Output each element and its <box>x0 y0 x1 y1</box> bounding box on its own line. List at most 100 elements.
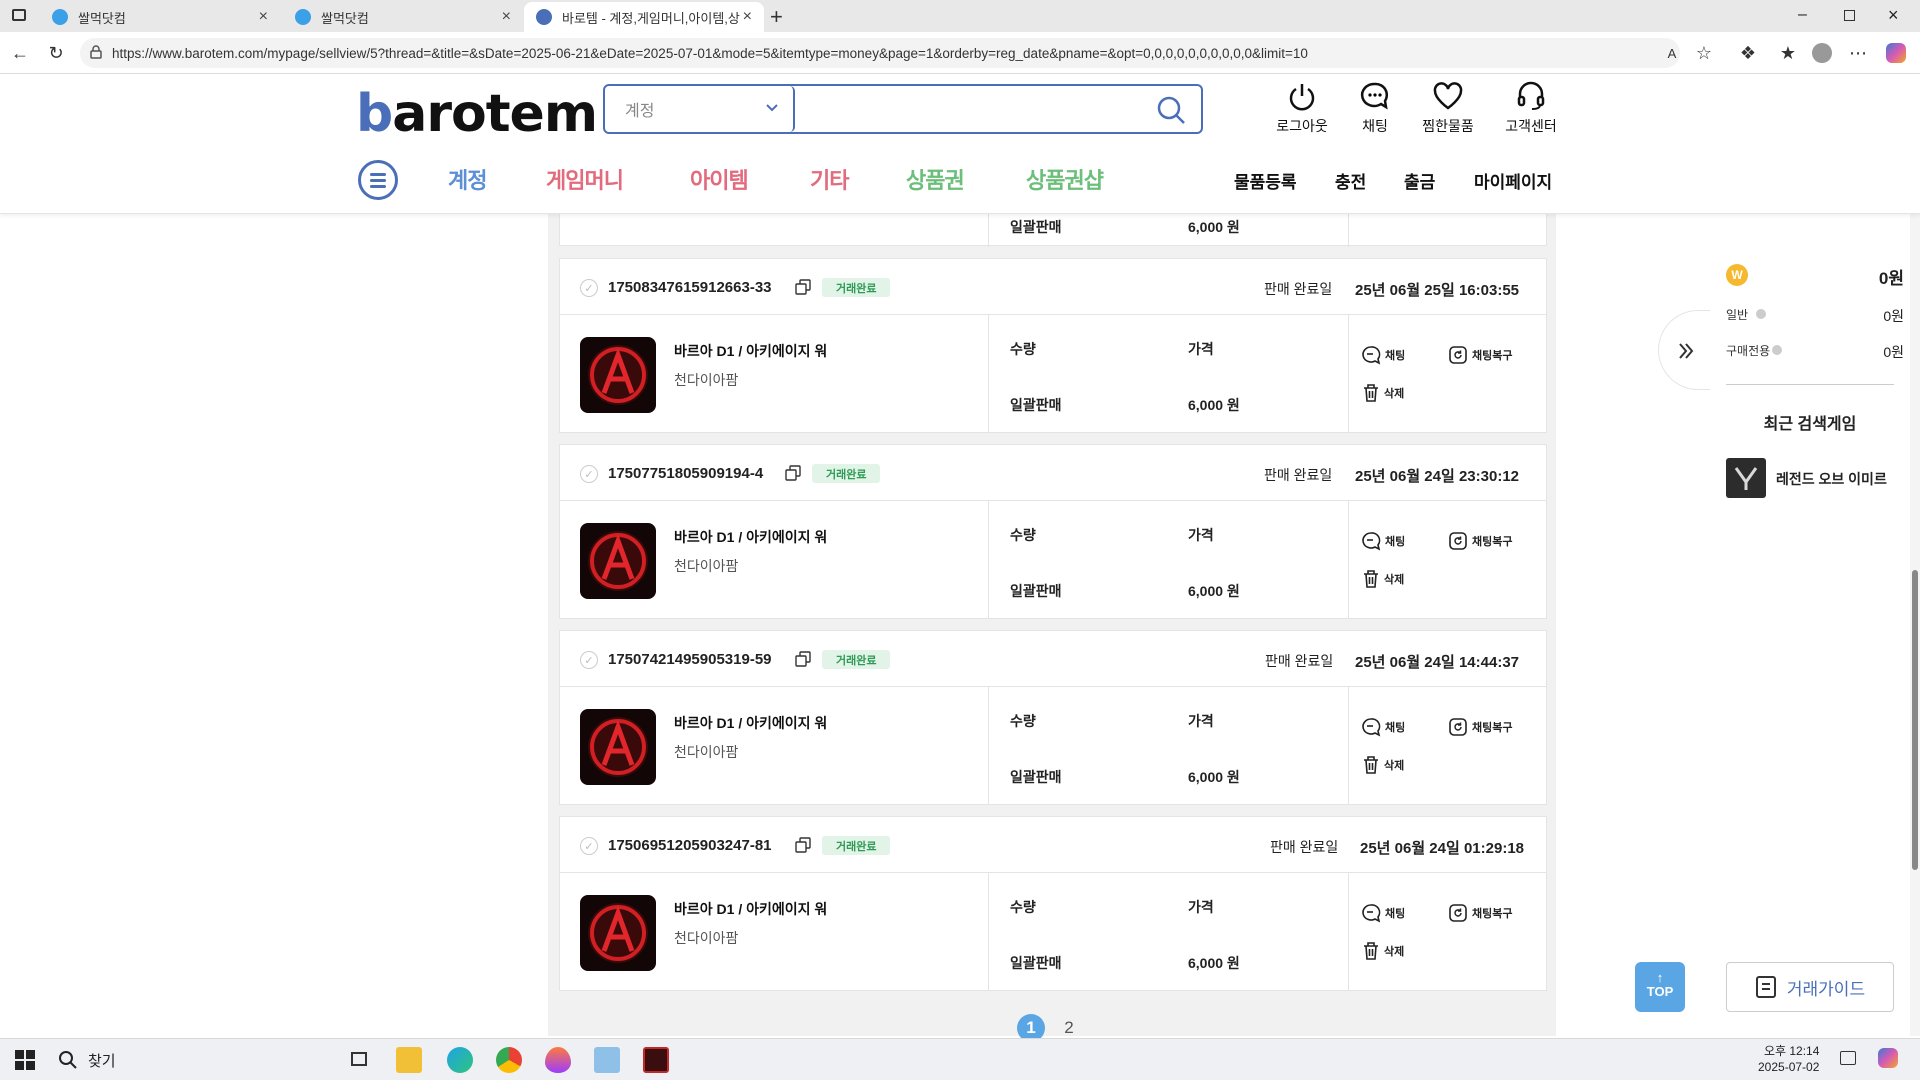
scroll-top-button[interactable]: ↑ TOP <box>1635 962 1685 1012</box>
address-bar[interactable]: https://www.barotem.com/mypage/sellview/… <box>80 38 1680 68</box>
divider <box>1726 384 1894 385</box>
game-title[interactable]: 바르아 D1 / 아키에이지 워 <box>674 341 827 361</box>
chat-button[interactable]: 채팅 <box>1361 531 1405 551</box>
task-view-icon[interactable] <box>346 1047 372 1073</box>
nav-category[interactable]: 상품권 <box>906 163 965 195</box>
chat-button[interactable]: 채팅 <box>1361 903 1405 923</box>
info-icon[interactable] <box>1772 345 1782 355</box>
nav-register[interactable]: 물품등록 <box>1234 168 1297 193</box>
tab-close-icon[interactable]: × <box>259 8 268 26</box>
profile-avatar[interactable] <box>1810 41 1834 65</box>
game-thumbnail-art <box>580 337 656 413</box>
status-badge: 거래완료 <box>812 464 881 483</box>
browser-tab[interactable]: 바로템 - 계정,게임머니,아이템,상 × <box>524 2 764 32</box>
clock[interactable]: 오후 12:14 2025-07-02 <box>1758 1043 1819 1075</box>
info-icon[interactable] <box>1756 309 1766 319</box>
select-checkbox[interactable]: ✓ <box>580 465 598 483</box>
game-thumbnail-art <box>580 709 656 785</box>
hamburger-menu-icon[interactable] <box>358 160 398 200</box>
chat-bubble-icon <box>1362 718 1381 737</box>
game-thumbnail[interactable] <box>580 337 656 413</box>
file-explorer-icon[interactable] <box>396 1047 422 1073</box>
copilot-icon[interactable] <box>1884 41 1908 65</box>
select-checkbox[interactable]: ✓ <box>580 279 598 297</box>
search-input[interactable] <box>801 92 1131 126</box>
nav-category[interactable]: 기타 <box>810 163 849 195</box>
chat-restore-button[interactable]: 채팅복구 <box>1448 345 1512 365</box>
nav-category[interactable]: 상품권샵 <box>1026 163 1104 195</box>
copy-icon[interactable] <box>785 465 801 481</box>
sidebar-collapse-button[interactable] <box>1658 310 1710 390</box>
new-tab-button[interactable]: + <box>770 4 783 30</box>
game-title[interactable]: 바르아 D1 / 아키에이지 워 <box>674 899 827 919</box>
browser-tab[interactable]: 쌀먹닷컴 × <box>283 2 523 32</box>
chat-button[interactable]: 채팅 <box>1361 345 1405 365</box>
chrome-browser-icon[interactable] <box>496 1047 522 1073</box>
extensions-icon[interactable]: ❖ <box>1736 41 1760 65</box>
favorite-star-icon[interactable]: ☆ <box>1692 41 1716 65</box>
more-menu-icon[interactable]: ⋯ <box>1846 41 1870 65</box>
tab-actions-icon[interactable] <box>12 9 26 21</box>
wishlist-button[interactable]: 찜한물품 <box>1408 80 1488 136</box>
search-icon[interactable] <box>1155 94 1187 126</box>
windows-start-icon[interactable] <box>12 1047 38 1073</box>
reload-button[interactable]: ↻ <box>44 41 68 65</box>
app-notepad-icon[interactable] <box>594 1047 620 1073</box>
back-button[interactable]: ← <box>8 41 32 65</box>
game-thumbnail[interactable] <box>580 523 656 599</box>
copy-icon[interactable] <box>795 837 811 853</box>
chat-restore-button[interactable]: 채팅복구 <box>1448 531 1512 551</box>
game-thumbnail[interactable] <box>580 895 656 971</box>
tab-close-icon[interactable]: × <box>502 8 511 26</box>
delete-button[interactable]: 삭제 <box>1362 383 1404 403</box>
recent-game-thumbnail[interactable] <box>1726 458 1766 498</box>
app-game-icon[interactable] <box>643 1047 669 1073</box>
support-button[interactable]: 고객센터 <box>1491 80 1571 136</box>
nav-category[interactable]: 계정 <box>448 163 487 195</box>
minimize-button[interactable]: – <box>1798 6 1807 24</box>
general-balance: 0원 <box>1883 308 1904 324</box>
browser-tab[interactable]: 쌀먹닷컴 × <box>40 2 280 32</box>
notification-icon[interactable] <box>1840 1051 1856 1065</box>
nav-withdraw[interactable]: 출금 <box>1404 168 1435 193</box>
app-flame-icon[interactable] <box>545 1047 571 1073</box>
edge-browser-icon[interactable] <box>447 1047 473 1073</box>
game-thumbnail[interactable] <box>580 709 656 785</box>
chat-button[interactable]: 채팅 <box>1361 717 1405 737</box>
game-title[interactable]: 바르아 D1 / 아키에이지 워 <box>674 527 827 547</box>
copilot-taskbar-icon[interactable] <box>1878 1048 1898 1068</box>
select-checkbox[interactable]: ✓ <box>580 651 598 669</box>
nav-category[interactable]: 아이템 <box>690 163 749 195</box>
copy-icon[interactable] <box>795 279 811 295</box>
favorites-icon[interactable]: ★ <box>1776 41 1800 65</box>
tab-close-icon[interactable]: × <box>743 8 752 26</box>
server-name: 천다이아팜 <box>674 558 739 574</box>
chat-restore-button[interactable]: 채팅복구 <box>1448 717 1512 737</box>
recent-game-name[interactable]: 레전드 오브 이미르 <box>1776 469 1887 489</box>
search-category-select[interactable]: 계정 <box>605 86 795 132</box>
close-window-button[interactable]: × <box>1888 5 1899 26</box>
delete-button[interactable]: 삭제 <box>1362 755 1404 775</box>
game-title[interactable]: 바르아 D1 / 아키에이지 워 <box>674 713 827 733</box>
copy-icon[interactable] <box>795 651 811 667</box>
read-aloud-icon[interactable]: A <box>1660 41 1684 65</box>
trade-guide-button[interactable]: 거래가이드 <box>1726 962 1894 1012</box>
tab-title: 바로템 - 계정,게임머니,아이템,상 <box>562 10 740 26</box>
nav-charge[interactable]: 충전 <box>1335 168 1366 193</box>
page-scrollbar[interactable] <box>1910 214 1920 1036</box>
restore-button[interactable] <box>1844 10 1855 21</box>
delete-button[interactable]: 삭제 <box>1362 569 1404 589</box>
chat-button[interactable]: 채팅 <box>1335 80 1415 136</box>
scroll-thumb[interactable] <box>1912 570 1918 870</box>
quantity-label: 수량 <box>1010 713 1036 729</box>
chat-restore-button[interactable]: 채팅복구 <box>1448 903 1512 923</box>
nav-mypage[interactable]: 마이페이지 <box>1474 168 1552 193</box>
select-checkbox[interactable]: ✓ <box>580 837 598 855</box>
tab-title: 쌀먹닷컴 <box>321 10 369 26</box>
nav-category[interactable]: 게임머니 <box>546 163 624 195</box>
logout-button[interactable]: 로그아웃 <box>1262 80 1342 136</box>
site-logo[interactable]: barotem <box>356 84 598 144</box>
taskbar-search[interactable]: 찾기 <box>50 1045 340 1075</box>
trash-icon <box>1364 570 1378 588</box>
delete-button[interactable]: 삭제 <box>1362 941 1404 961</box>
